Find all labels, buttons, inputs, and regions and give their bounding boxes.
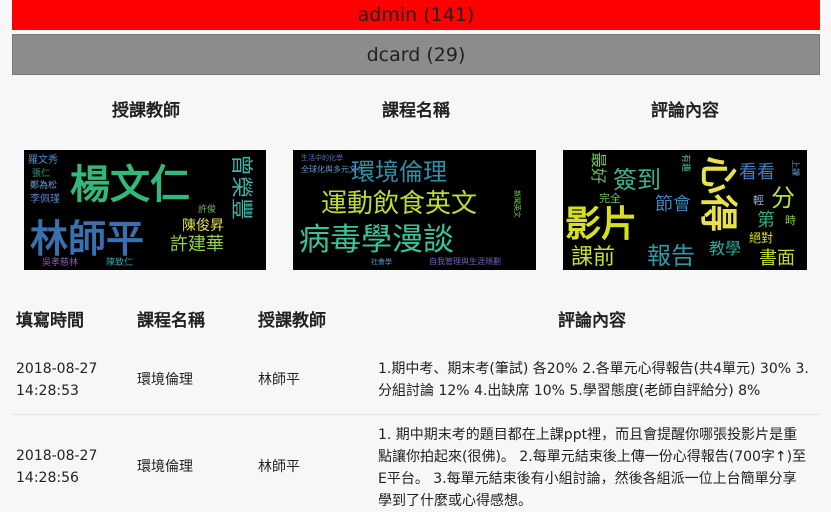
row-course: 環境倫理: [137, 459, 193, 475]
cloud-word: 自我管理與生涯規劃: [429, 256, 501, 266]
cloud-word: 許建華: [170, 234, 224, 255]
cloud-word: 課前: [571, 245, 615, 270]
cloud-word: 報告: [647, 242, 695, 270]
cloud-word: 輕: [753, 194, 764, 207]
cloud-word: 鄭為松: [30, 179, 57, 191]
cloud-word: 許俊: [198, 203, 216, 215]
row-date: 2018-08-27: [16, 361, 98, 377]
cloud-word: 張仁: [32, 167, 50, 179]
dcard-filter-button[interactable]: dcard (29): [12, 34, 820, 75]
cloud-word: 全球化與多元文化: [301, 164, 365, 174]
cloud-word: 教學: [709, 239, 741, 258]
cloud-word: 陳俊昇: [182, 218, 224, 234]
cloud-word: 完全: [599, 191, 621, 205]
course-cloud-title: 課程名稱: [382, 101, 450, 121]
cloud-word: 絕對: [749, 231, 773, 245]
row-time: 14:28:56: [16, 470, 79, 486]
row-time: 14:28:53: [16, 383, 79, 399]
cloud-word: 楊文仁: [70, 162, 190, 208]
cloud-word: 病毒學漫談: [299, 222, 454, 258]
admin-filter-label: admin (141): [357, 4, 475, 26]
teacher-cloud-title: 授課教師: [112, 101, 180, 121]
cloud-word: 陳致仁: [106, 256, 133, 268]
cloud-word: 運動飲食英文: [321, 189, 477, 219]
cloud-word: 有趣: [680, 154, 692, 172]
dcard-filter-label: dcard (29): [366, 43, 466, 66]
header-time: 填寫時間: [16, 311, 84, 331]
cloud-word: 時: [785, 214, 796, 227]
cloud-word: 吳孝慈林: [42, 256, 78, 268]
row-comment: 1. 期中期末考的題目都在上課ppt裡，而且會提醒你哪張投影片是重點讓你拍起來(…: [378, 427, 807, 509]
cloud-word: 看看: [739, 162, 775, 183]
comment-cloud-title: 評論內容: [651, 101, 719, 121]
row-comment: 1.期中考、期末考(筆試) 各20% 2.各單元心得報告(共4單元) 30% 3…: [378, 361, 809, 399]
row-teacher: 林師平: [258, 372, 300, 388]
header-teacher: 授課教師: [258, 311, 326, 331]
cloud-word: 社會學: [371, 257, 392, 266]
cloud-word: 環境倫理: [351, 158, 447, 186]
comment-word-cloud: 影片 心得 報告 簽到 課前 最好 節會 教學 書面 看看 分 第 時 輕 絕對…: [563, 150, 807, 270]
admin-filter-button[interactable]: admin (141): [12, 0, 820, 30]
cloud-word: 第: [757, 210, 775, 231]
cloud-word: 新聞英文: [513, 190, 522, 218]
cloud-word: 曾榮豐: [228, 154, 253, 220]
cloud-word: 生活中的化學: [301, 153, 343, 162]
header-comment: 評論內容: [558, 311, 626, 331]
cloud-word: 羅文秀: [28, 153, 58, 166]
cloud-word: 分: [771, 184, 795, 212]
row-divider: [12, 414, 820, 415]
teacher-word-cloud: 楊文仁 林師平 許建華 曾榮豐 陳俊昇 羅文秀 李佩瑾 鄭為松 吳孝慈林 陳致仁…: [24, 150, 266, 270]
cloud-word: 最好: [589, 152, 608, 184]
cloud-word: 李佩瑾: [30, 192, 60, 205]
row-course: 環境倫理: [137, 372, 193, 388]
cloud-word: 影片: [565, 204, 637, 245]
header-course: 課程名稱: [137, 311, 205, 331]
cloud-word: 上課: [791, 160, 801, 176]
course-word-cloud: 環境倫理 運動飲食英文 病毒學漫談 全球化與多元文化 生活中的化學 自我管理與生…: [293, 150, 536, 270]
row-teacher: 林師平: [258, 459, 300, 475]
cloud-word: 節會: [655, 194, 691, 215]
row-date: 2018-08-27: [16, 448, 98, 464]
cloud-word: 林師平: [30, 217, 144, 261]
cloud-word: 心得: [696, 156, 740, 232]
cloud-word: 簽到: [613, 166, 661, 194]
cloud-word: 書面: [759, 248, 795, 269]
